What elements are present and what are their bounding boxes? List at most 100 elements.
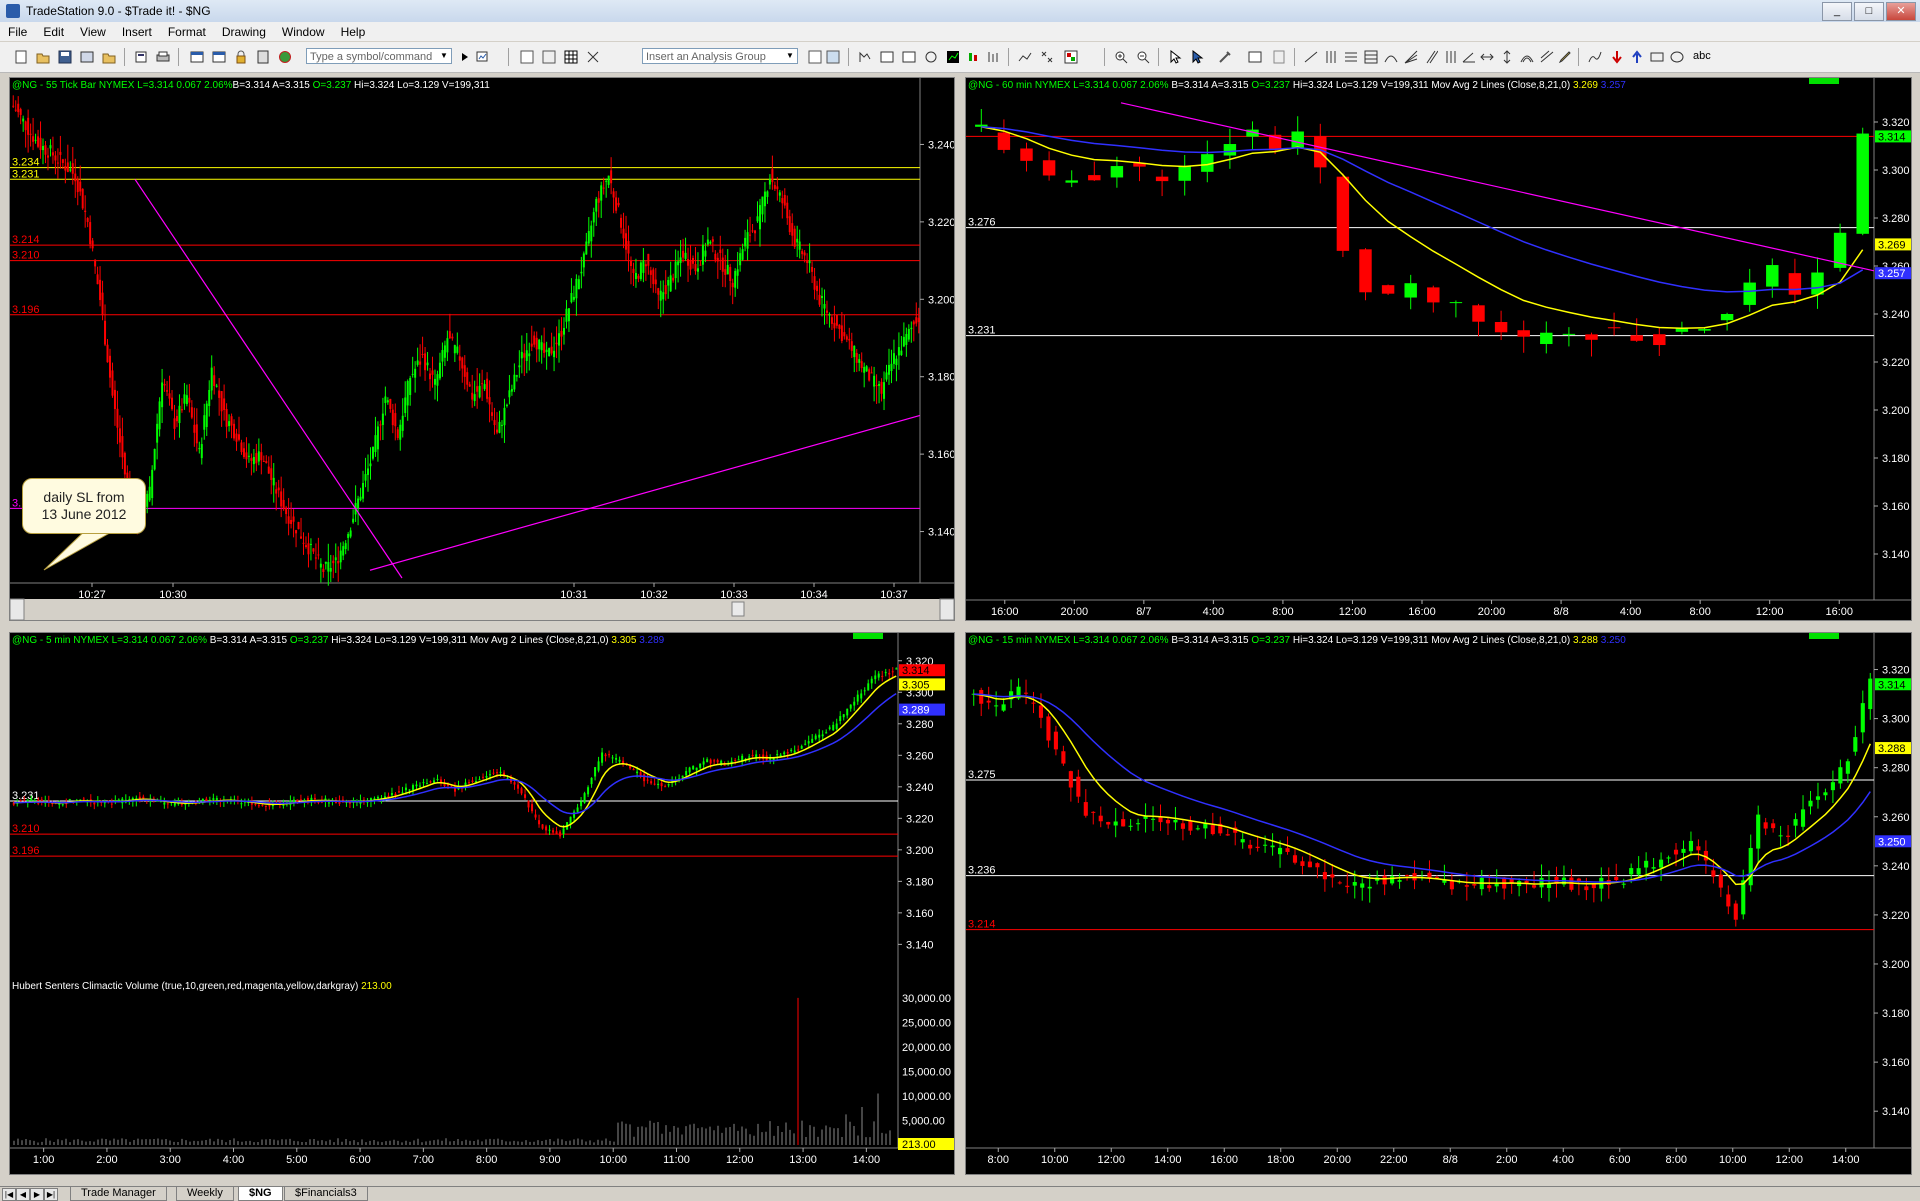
select-chart-icon[interactable] — [1190, 50, 1204, 64]
green-chart-icon[interactable] — [946, 50, 960, 64]
pencil-icon[interactable] — [1558, 50, 1572, 64]
candle-body — [166, 803, 169, 805]
text-tool-icon[interactable]: abc — [1693, 50, 1711, 62]
fibonacci-icon[interactable] — [1364, 50, 1378, 64]
prev-tab-button[interactable]: ◀ — [16, 1188, 30, 1201]
bars-icon[interactable] — [986, 50, 1000, 64]
vertical-lines-icon[interactable] — [1324, 50, 1338, 64]
table-icon[interactable] — [542, 50, 556, 64]
buy-arrow-icon[interactable] — [1630, 50, 1644, 64]
close-button[interactable]: ✕ — [1886, 2, 1916, 21]
level-label: 3.276 — [968, 217, 996, 229]
chart-window-icon[interactable] — [858, 50, 872, 64]
zoom-in-icon[interactable] — [1114, 50, 1128, 64]
annotation-callout[interactable]: daily SL from 13 June 2012 — [22, 478, 146, 534]
order-icon[interactable] — [586, 50, 600, 64]
new-icon[interactable] — [14, 50, 28, 64]
window-cascade-icon[interactable] — [212, 50, 226, 64]
menu-view[interactable]: View — [72, 25, 114, 39]
minimize-button[interactable]: _ — [1822, 2, 1852, 21]
symbol-input[interactable]: Type a symbol/command ▼ — [306, 48, 452, 64]
tab-financials3[interactable]: $Financials3 — [284, 1187, 368, 1201]
zoom-out-icon[interactable] — [1136, 50, 1150, 64]
price-range-icon[interactable] — [1480, 50, 1494, 64]
search-chart-icon[interactable] — [476, 50, 490, 64]
matrix-icon[interactable] — [902, 50, 916, 64]
freehand-icon[interactable] — [1588, 50, 1602, 64]
candle-body — [1427, 287, 1440, 303]
restore-button[interactable]: □ — [1854, 2, 1884, 21]
tools-icon[interactable] — [1218, 50, 1232, 64]
fan-lines-icon[interactable] — [1404, 50, 1418, 64]
first-tab-button[interactable]: |◀ — [2, 1188, 16, 1201]
spreadsheet-icon[interactable] — [564, 50, 578, 64]
save-icon[interactable] — [58, 50, 72, 64]
andrews-pitchfork-icon[interactable] — [1520, 50, 1534, 64]
pointer-icon[interactable] — [1168, 50, 1182, 64]
globe-icon[interactable] — [278, 50, 292, 64]
window-tile-icon[interactable] — [190, 50, 204, 64]
chevron-down-icon[interactable]: ▼ — [437, 49, 451, 63]
trendline-icon[interactable] — [1304, 50, 1318, 64]
regression-icon[interactable] — [1540, 50, 1554, 64]
tab-ng[interactable]: $NG — [238, 1187, 283, 1201]
menu-edit[interactable]: Edit — [35, 25, 72, 39]
options-icon[interactable] — [924, 50, 938, 64]
speed-lines-icon[interactable] — [1444, 50, 1458, 64]
horizontal-lines-icon[interactable] — [1344, 50, 1358, 64]
menu-help[interactable]: Help — [333, 25, 374, 39]
print-preview-icon[interactable] — [134, 50, 148, 64]
calculator-icon[interactable] — [256, 50, 270, 64]
next-tab-button[interactable]: ▶ — [30, 1188, 44, 1201]
m15-chart-canvas[interactable]: 3.320 3.300 3.280 3.260 3.240 3.220 3.200 3.180… — [966, 633, 1911, 1174]
grid-icon[interactable] — [520, 50, 534, 64]
open-icon[interactable] — [36, 50, 50, 64]
m5-chart-panel[interactable]: @NG - 5 min NYMEX L=3.314 0.067 2.06% B=… — [9, 632, 955, 1175]
chevron-down-icon[interactable]: ▼ — [783, 49, 797, 63]
tick-chart-panel[interactable]: @NG - 55 Tick Bar NYMEX L=3.314 0.067 2.… — [9, 77, 955, 621]
m15-chart-panel[interactable]: @NG - 15 min NYMEX L=3.314 0.067 2.06% B… — [965, 632, 1912, 1175]
point-figure-icon[interactable] — [1040, 50, 1054, 64]
menu-file[interactable]: File — [0, 25, 35, 39]
m5-chart-canvas[interactable]: 3.3203.3003.2803.2603.2403.2203.2003.180… — [10, 633, 954, 1174]
candle-body — [352, 518, 355, 523]
parallel-lines-icon[interactable] — [1424, 50, 1438, 64]
tab-weekly[interactable]: Weekly — [176, 1187, 234, 1201]
lock-icon[interactable] — [234, 50, 248, 64]
h60-chart-panel[interactable]: @NG - 60 min NYMEX L=3.314 0.067 2.06% B… — [965, 77, 1912, 621]
candle-icon[interactable] — [966, 50, 980, 64]
time-range-icon[interactable] — [1500, 50, 1514, 64]
candle-body — [615, 757, 618, 760]
strategy-icon[interactable] — [826, 50, 840, 64]
arc-icon[interactable] — [1384, 50, 1398, 64]
last-tab-button[interactable]: ▶| — [44, 1188, 58, 1201]
analysis-group-input[interactable]: Insert an Analysis Group ▼ — [642, 48, 798, 64]
menu-drawing[interactable]: Drawing — [214, 25, 274, 39]
menu-insert[interactable]: Insert — [114, 25, 160, 39]
time-tick-label: 10:00 — [1041, 1154, 1069, 1166]
time-tick-label: 7:00 — [413, 1154, 434, 1166]
menu-window[interactable]: Window — [274, 25, 333, 39]
tab-trade-manager[interactable]: Trade Manager — [70, 1187, 167, 1201]
sell-arrow-icon[interactable] — [1610, 50, 1624, 64]
menu-format[interactable]: Format — [160, 25, 214, 39]
print-icon[interactable] — [156, 50, 170, 64]
time-tick-label: 10:00 — [1719, 1154, 1747, 1166]
radar-icon[interactable] — [880, 50, 894, 64]
ellipse-icon[interactable] — [1670, 50, 1684, 64]
candle-body — [895, 668, 898, 670]
format-analysis-icon[interactable] — [808, 50, 822, 64]
workspace-icon[interactable] — [80, 50, 94, 64]
news-icon[interactable] — [1248, 50, 1262, 64]
h60-chart-canvas[interactable]: 3.3203.3003.2803.2603.2403.2203.2003.180… — [966, 78, 1911, 620]
play-icon[interactable] — [458, 50, 472, 64]
candle-body — [394, 793, 397, 796]
angle-icon[interactable] — [1462, 50, 1476, 64]
line-chart-icon[interactable] — [1018, 50, 1032, 64]
text-icon[interactable] — [1272, 50, 1286, 64]
color-chart-icon[interactable] — [1064, 50, 1078, 64]
folder-icon[interactable] — [102, 50, 116, 64]
rectangle-icon[interactable] — [1650, 50, 1664, 64]
tick-chart-canvas[interactable]: 3.240 3.220 3.200 3.180 3.160 3.140 3.2343.231… — [10, 78, 954, 620]
candle-body — [590, 777, 593, 785]
